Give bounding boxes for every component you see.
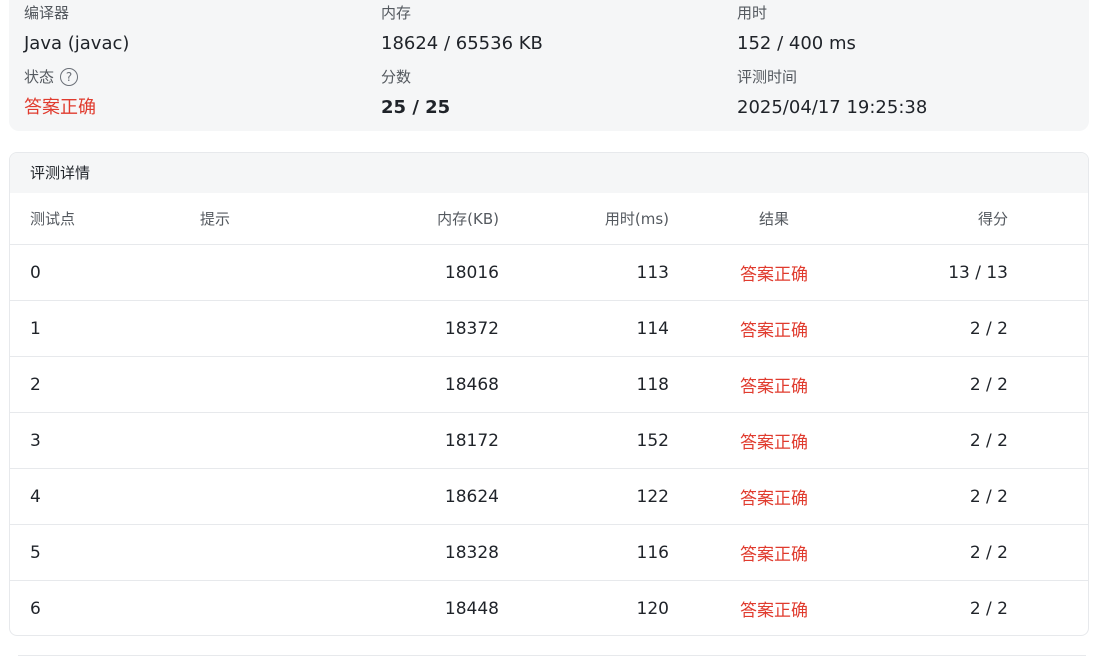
status-label: 状态	[24, 68, 55, 86]
test-point-id: 3	[30, 430, 41, 451]
score-cell: 分数 25 / 25	[381, 67, 450, 120]
time-value: 152 / 400 ms	[737, 33, 856, 54]
compiler-cell: 编译器 Java (javac)	[24, 3, 129, 56]
table-row: 1 18372 114 答案正确 2 / 2	[10, 301, 1088, 357]
status-value: 答案正确	[24, 97, 96, 118]
header-result: 结果	[758, 210, 789, 228]
test-point-id: 6	[30, 598, 41, 619]
test-point-score: 2 / 2	[969, 542, 1008, 563]
test-point-result: 答案正确	[740, 321, 808, 341]
memory-value: 18624 / 65536 KB	[381, 33, 543, 54]
test-point-result: 答案正确	[740, 377, 808, 397]
table-row: 0 18016 113 答案正确 13 / 13	[10, 245, 1088, 301]
test-point-memory: 18372	[444, 318, 499, 339]
test-point-time: 114	[636, 318, 669, 339]
memory-cell: 内存 18624 / 65536 KB	[381, 3, 543, 56]
header-hint: 提示	[200, 210, 231, 228]
test-point-time: 152	[636, 430, 669, 451]
table-row: 4 18624 122 答案正确 2 / 2	[10, 469, 1088, 525]
table-row: 3 18172 152 答案正确 2 / 2	[10, 413, 1088, 469]
test-point-id: 2	[30, 374, 41, 395]
test-point-result: 答案正确	[740, 265, 808, 285]
test-point-score: 2 / 2	[969, 318, 1008, 339]
memory-label: 内存	[381, 4, 412, 22]
test-point-id: 0	[30, 262, 41, 283]
test-point-time: 113	[636, 262, 669, 283]
header-time: 用时(ms)	[604, 210, 669, 228]
compiler-label: 编译器	[24, 4, 70, 22]
test-point-time: 120	[636, 598, 669, 619]
divider	[18, 655, 1086, 656]
table-body: 0 18016 113 答案正确 13 / 13 1 18372 114 答案正…	[10, 245, 1088, 635]
test-point-id: 5	[30, 542, 41, 563]
test-point-memory: 18172	[444, 430, 499, 451]
judge-time-label: 评测时间	[737, 68, 798, 86]
test-point-score: 2 / 2	[969, 430, 1008, 451]
table-row: 6 18448 120 答案正确 2 / 2	[10, 581, 1088, 635]
test-point-time: 118	[636, 374, 669, 395]
header-test-point: 测试点	[30, 210, 76, 228]
judge-details-panel: 评测详情 测试点 提示 内存(KB) 用时(ms) 结果 得分 0 18016 …	[9, 152, 1089, 636]
score-label: 分数	[381, 68, 412, 86]
time-cell: 用时 152 / 400 ms	[737, 3, 856, 56]
test-point-score: 2 / 2	[969, 374, 1008, 395]
test-point-memory: 18448	[444, 598, 499, 619]
test-point-memory: 18468	[444, 374, 499, 395]
test-point-id: 4	[30, 486, 41, 507]
time-label: 用时	[737, 4, 768, 22]
test-point-memory: 18016	[444, 262, 499, 283]
score-value: 25 / 25	[381, 97, 451, 118]
test-point-score: 2 / 2	[969, 486, 1008, 507]
table-header: 测试点 提示 内存(KB) 用时(ms) 结果 得分	[10, 193, 1088, 245]
test-point-time: 116	[636, 542, 669, 563]
submission-summary-panel: 编译器 Java (javac) 内存 18624 / 65536 KB 用时 …	[9, 0, 1089, 131]
test-point-memory: 18328	[444, 542, 499, 563]
status-label-row: 状态 ?	[24, 67, 96, 87]
test-point-id: 1	[30, 318, 41, 339]
test-point-result: 答案正确	[740, 433, 808, 453]
header-memory: 内存(KB)	[437, 210, 499, 228]
table-row: 5 18328 116 答案正确 2 / 2	[10, 525, 1088, 581]
test-point-score: 13 / 13	[948, 262, 1008, 283]
judge-time-cell: 评测时间 2025/04/17 19:25:38	[737, 67, 927, 120]
test-point-score: 2 / 2	[969, 598, 1008, 619]
test-point-result: 答案正确	[740, 601, 808, 621]
judge-details-title: 评测详情	[10, 153, 1088, 193]
header-score: 得分	[977, 210, 1008, 228]
judge-time-value: 2025/04/17 19:25:38	[737, 97, 928, 118]
test-point-result: 答案正确	[740, 545, 808, 565]
test-point-result: 答案正确	[740, 489, 808, 509]
table-row: 2 18468 118 答案正确 2 / 2	[10, 357, 1088, 413]
test-point-time: 122	[636, 486, 669, 507]
test-point-memory: 18624	[444, 486, 499, 507]
compiler-value: Java (javac)	[24, 33, 130, 54]
help-circle-icon[interactable]: ?	[60, 68, 79, 86]
status-cell: 状态 ? 答案正确	[24, 67, 96, 120]
